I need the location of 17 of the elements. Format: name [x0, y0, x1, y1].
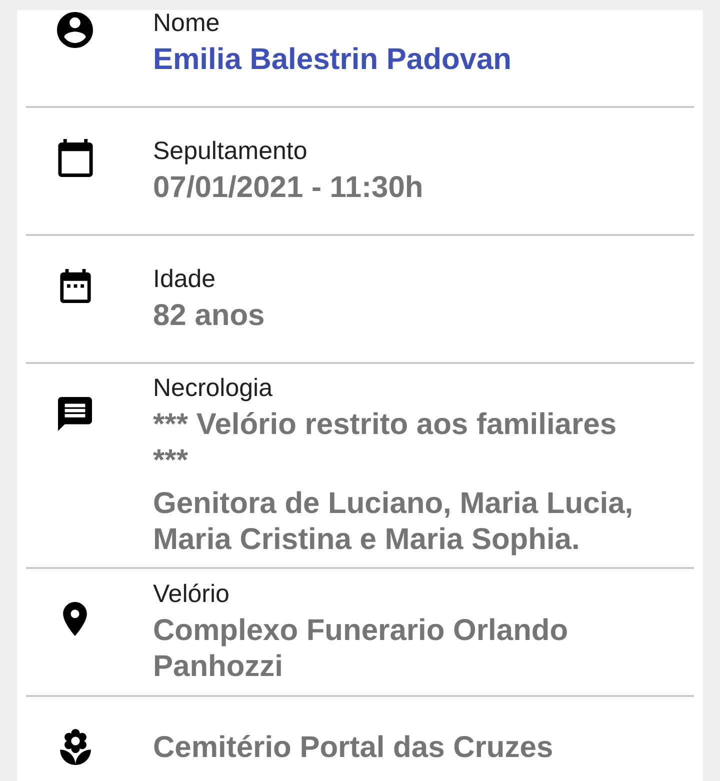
field-value: *** Velório restrito aos familiares ***: [153, 407, 618, 479]
field-label: Sepultamento: [153, 136, 308, 166]
field-label: Nome: [153, 10, 221, 38]
calendar-icon: [58, 139, 92, 177]
field-label: Velório: [153, 579, 230, 609]
message-icon: [58, 397, 92, 431]
field-label: Necrologia: [153, 373, 274, 403]
field-value: 07/01/2021 - 11:30h: [153, 170, 424, 206]
field-value: Complexo Funerario Orlando Panhozzi: [153, 613, 570, 685]
field-value: Emilia Balestrin Padovan: [153, 42, 512, 78]
field-label: Idade: [153, 264, 217, 294]
field-value: Cemitério Portal das Cruzes: [153, 730, 554, 766]
map-pin-icon: [63, 602, 87, 636]
calendar-dots-icon: [60, 269, 90, 303]
field-value: 82 anos: [153, 298, 265, 334]
flower-icon: [60, 729, 90, 765]
field-value: Genitora de Luciano, Maria Lucia, Maria Cristina e Maria Sophia.: [153, 486, 634, 558]
